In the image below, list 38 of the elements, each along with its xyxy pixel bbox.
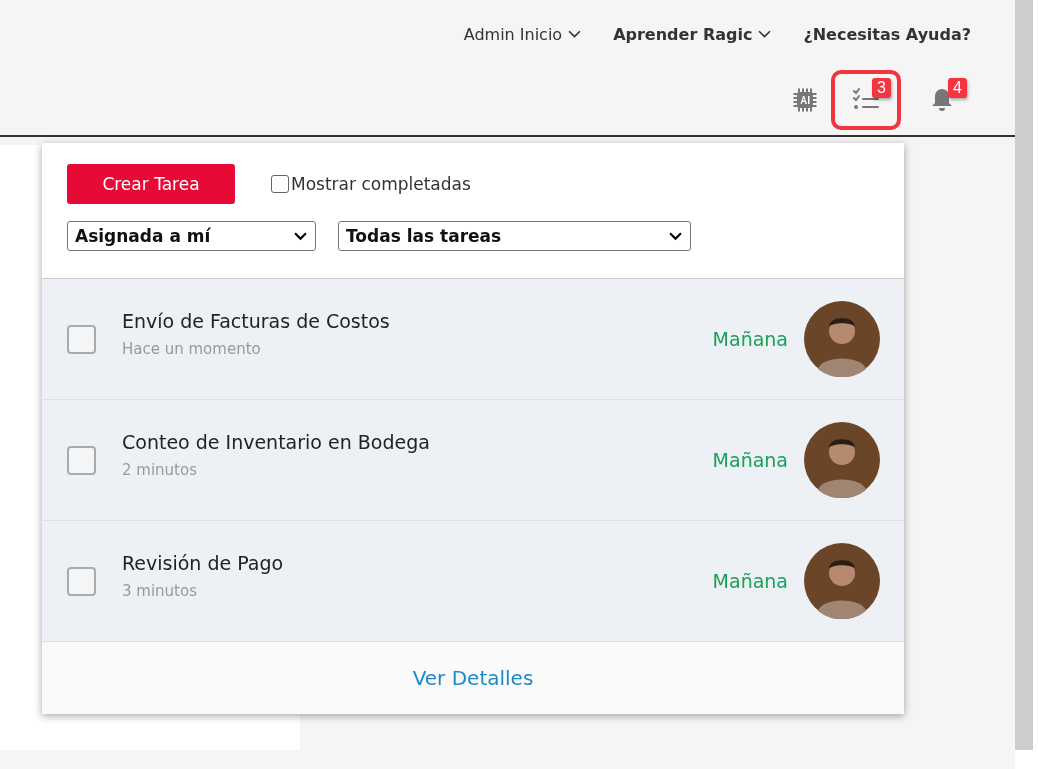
create-task-button[interactable]: Crear Tarea: [67, 164, 235, 204]
task-checkbox[interactable]: [67, 566, 96, 596]
task-row[interactable]: Conteo de Inventario en Bodega 2 minutos Mañana: [42, 400, 904, 521]
chevron-icon: [758, 29, 772, 39]
task-list-button[interactable]: 3: [831, 70, 901, 130]
scrollbar[interactable]: [1015, 0, 1033, 750]
task-time: 3 minutos: [122, 582, 198, 600]
nav-link[interactable]: Aprender Ragic: [613, 24, 772, 44]
avatar-icon: [804, 301, 880, 377]
count-badge: 4: [948, 78, 967, 98]
due-date: Mañana: [712, 449, 788, 471]
task-time: 2 minutos: [122, 461, 198, 479]
chip-icon: [792, 87, 818, 113]
assignee-select[interactable]: Asignada a mí: [67, 221, 316, 251]
avatar-icon: [804, 543, 880, 619]
due-date: Mañana: [712, 328, 788, 350]
due-date: Mañana: [712, 570, 788, 592]
nav-link[interactable]: ¿Necesitas Ayuda?: [803, 24, 971, 44]
chevron-icon: [294, 231, 307, 241]
notification-button[interactable]: 4: [907, 70, 977, 130]
view-details-link[interactable]: Ver Detalles: [412, 666, 534, 690]
bell-icon: [930, 87, 954, 113]
chevron-icon: [568, 29, 582, 39]
filter-select[interactable]: Todas las tareas: [338, 221, 691, 251]
chevron-icon: [669, 231, 682, 241]
task-time: Hace un momento: [122, 340, 262, 358]
task-title: Conteo de Inventario en Bodega: [122, 431, 431, 453]
avatar-icon: [804, 422, 880, 498]
task-checkbox[interactable]: [67, 445, 96, 475]
checkbox[interactable]: [271, 175, 289, 193]
task-row[interactable]: Envío de Facturas de Costos Hace un momento Mañana: [42, 279, 904, 400]
task-title: Revisión de Pago: [122, 552, 285, 574]
task-title: Envío de Facturas de Costos: [122, 310, 391, 332]
task-row[interactable]: Revisión de Pago 3 minutos Mañana: [42, 521, 904, 642]
nav-link[interactable]: Admin Inicio: [463, 24, 582, 44]
checkbox-label: Mostrar completadas: [291, 174, 471, 194]
count-badge: 3: [872, 78, 891, 98]
task-checkbox[interactable]: [67, 324, 96, 354]
